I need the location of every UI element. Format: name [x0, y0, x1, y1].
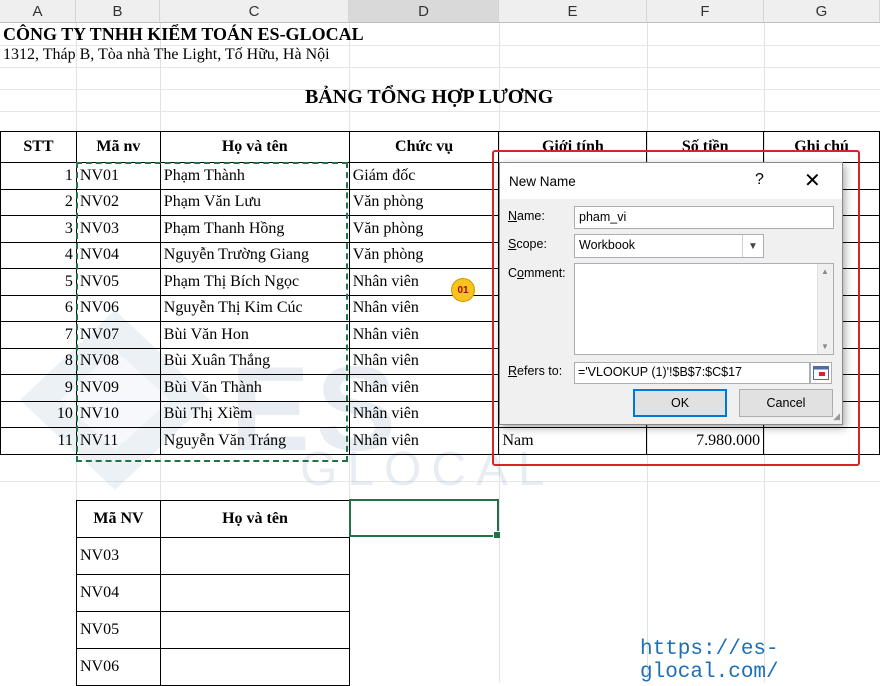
column-header-c[interactable]: C — [160, 0, 349, 23]
website-url: https://es-glocal.com/ — [640, 638, 779, 684]
cell-stt[interactable]: 7 — [0, 321, 77, 349]
copy-range-marquee — [76, 162, 348, 462]
column-header-e[interactable]: E — [499, 0, 647, 23]
cell-stt[interactable]: 4 — [0, 241, 77, 269]
cell-chuc-vu[interactable]: Nhân viên — [348, 374, 500, 402]
lookup-cell-ho-ten[interactable] — [160, 537, 350, 575]
column-header-b[interactable]: B — [76, 0, 160, 23]
cell-stt[interactable]: 6 — [0, 294, 77, 322]
header-ma-nv[interactable]: Mã nv — [75, 131, 161, 163]
lookup-row: NV06 — [76, 648, 350, 686]
lookup-header-ma-nv[interactable]: Mã NV — [76, 500, 161, 538]
cell-stt[interactable]: 8 — [0, 347, 77, 375]
cell-chuc-vu[interactable]: Nhân viên — [348, 347, 500, 375]
cell-chuc-vu[interactable]: Nhân viên — [348, 400, 500, 428]
lookup-cell-ma-nv[interactable]: NV06 — [76, 648, 161, 686]
company-name: CÔNG TY TNHH KIỂM TOÁN ES-GLOCAL — [3, 24, 364, 44]
header-ho-ten[interactable]: Họ và tên — [159, 131, 350, 163]
lookup-cell-ho-ten[interactable] — [160, 574, 350, 612]
cell-stt[interactable]: 2 — [0, 188, 77, 216]
cell-chuc-vu[interactable]: Văn phòng — [348, 215, 500, 243]
cell-stt[interactable]: 1 — [0, 162, 77, 190]
column-header-f[interactable]: F — [647, 0, 764, 23]
highlight-box — [492, 150, 860, 466]
cell-chuc-vu[interactable]: Nhân viên — [348, 268, 500, 296]
lookup-cell-ho-ten[interactable] — [160, 611, 350, 649]
cell-stt[interactable]: 10 — [0, 400, 77, 428]
lookup-row: NV03 — [76, 537, 350, 575]
cell-chuc-vu[interactable]: Giám đốc — [348, 162, 500, 190]
lookup-table: Mã NV Họ và tên NV03 NV04 NV05 NV06 — [76, 500, 350, 686]
cell-stt[interactable]: 9 — [0, 374, 77, 402]
lookup-header-ho-ten[interactable]: Họ và tên — [160, 500, 350, 538]
lookup-cell-ma-nv[interactable]: NV04 — [76, 574, 161, 612]
lookup-cell-ma-nv[interactable]: NV05 — [76, 611, 161, 649]
cell-chuc-vu[interactable]: Nhân viên — [348, 321, 500, 349]
lookup-cell-ho-ten[interactable] — [160, 648, 350, 686]
gridline — [0, 67, 880, 68]
lookup-row: NV05 — [76, 611, 350, 649]
cell-stt[interactable]: 5 — [0, 268, 77, 296]
active-cell[interactable] — [349, 499, 501, 539]
column-header-d[interactable]: D — [349, 0, 499, 23]
lookup-row: NV04 — [76, 574, 350, 612]
lookup-cell-ma-nv[interactable]: NV03 — [76, 537, 161, 575]
sheet-title: BẢNG TỔNG HỢP LƯƠNG — [305, 86, 554, 108]
cell-stt[interactable]: 11 — [0, 427, 77, 455]
header-chuc-vu[interactable]: Chức vụ — [348, 131, 500, 163]
company-address: 1312, Tháp B, Tòa nhà The Light, Tố Hữu,… — [3, 46, 330, 63]
cell-chuc-vu[interactable]: Nhân viên — [348, 427, 500, 455]
gridline — [0, 111, 880, 112]
header-stt[interactable]: STT — [0, 131, 77, 163]
step-badge: 01 — [451, 278, 475, 302]
lookup-header-row: Mã NV Họ và tên — [76, 500, 350, 538]
column-header-g[interactable]: G — [764, 0, 880, 23]
cell-stt[interactable]: 3 — [0, 215, 77, 243]
column-header-a[interactable]: A — [0, 0, 76, 23]
cell-chuc-vu[interactable]: Văn phòng — [348, 241, 500, 269]
cell-chuc-vu[interactable]: Nhân viên — [348, 294, 500, 322]
cell-chuc-vu[interactable]: Văn phòng — [348, 188, 500, 216]
